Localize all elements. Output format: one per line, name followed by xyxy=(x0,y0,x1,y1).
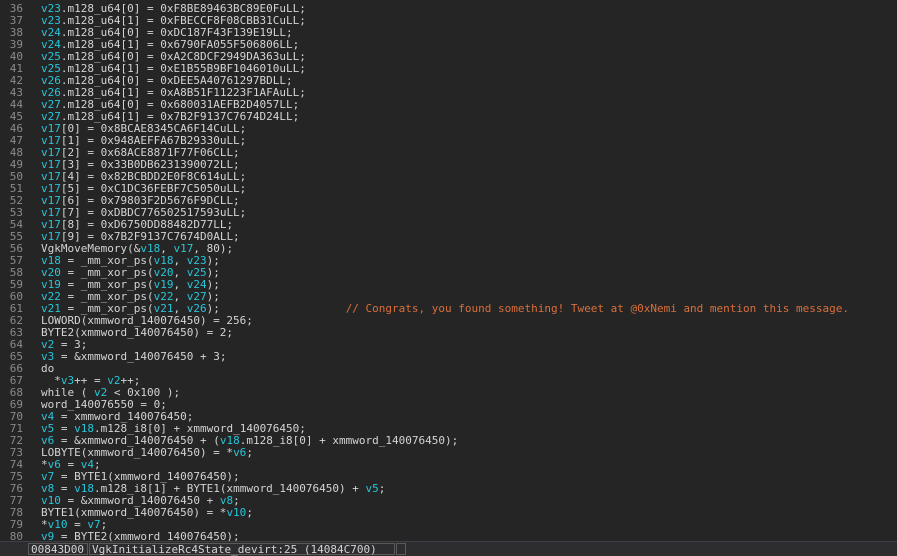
code-token[interactable]: ; xyxy=(246,446,253,459)
line-number: 80 xyxy=(9,530,23,542)
variable-token[interactable]: v10 xyxy=(226,506,246,519)
code-line[interactable]: 78 BYTE1(xmmword_140076450) = *v10; xyxy=(0,507,897,519)
code-line[interactable]: 63 BYTE2(xmmword_140076450) = 2; xyxy=(0,327,897,339)
code-line[interactable]: 73 LOBYTE(xmmword_140076450) = *v6; xyxy=(0,447,897,459)
variable-token[interactable]: v5 xyxy=(366,482,379,495)
variable-token[interactable]: v6 xyxy=(233,446,246,459)
code-token[interactable]: ; xyxy=(246,506,253,519)
code-line[interactable]: 65 v3 = &xmmword_140076450 + 3; xyxy=(0,351,897,363)
code-text[interactable]: v3 = &xmmword_140076450 + 3; xyxy=(41,351,226,363)
code-token[interactable]: = &xmmword_140076450 + 3; xyxy=(54,350,227,363)
status-bar: 00843D00 VgkInitializeRc4State_devirt:25… xyxy=(0,541,897,556)
status-extra xyxy=(396,543,406,555)
pseudocode-view[interactable]: 36 v23.m128_u64[0] = 0xF8BE89463BC89E0FuL… xyxy=(0,0,897,542)
variable-token[interactable]: v9 xyxy=(41,530,54,542)
code-token[interactable]: = BYTE2(xmmword_140076450); xyxy=(54,530,240,542)
code-token[interactable]: .m128_i8[0] + xmmword_140076450); xyxy=(240,434,459,447)
comment-token[interactable]: // Congrats, you found something! Tweet … xyxy=(346,302,849,315)
status-address: 00843D00 xyxy=(28,543,88,556)
code-text[interactable]: v9 = BYTE2(xmmword_140076450); xyxy=(41,530,240,542)
code-line[interactable]: 80 v9 = BYTE2(xmmword_140076450); xyxy=(0,530,897,542)
code-token[interactable]: ; xyxy=(379,482,386,495)
status-location: VgkInitializeRc4State_devirt:25 (14084C7… xyxy=(89,543,395,556)
